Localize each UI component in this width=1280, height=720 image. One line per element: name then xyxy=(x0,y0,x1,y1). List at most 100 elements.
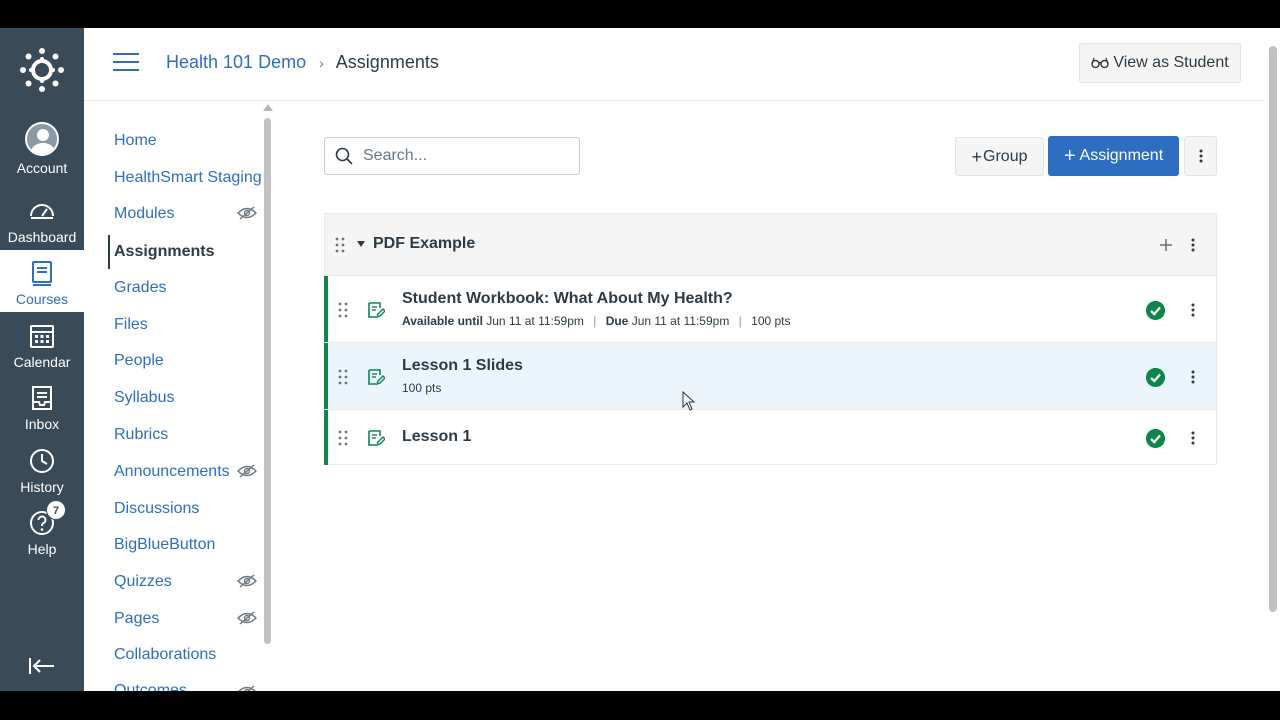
clock-icon xyxy=(30,449,54,473)
add-group-button[interactable]: + Group xyxy=(955,137,1044,176)
course-nav-announcements[interactable]: Announcements xyxy=(114,463,230,481)
assignment-group-header[interactable]: PDF Example xyxy=(325,214,1216,276)
course-nav-rubrics[interactable]: Rubrics xyxy=(114,426,168,444)
course-nav-modules[interactable]: Modules xyxy=(114,205,174,223)
drag-handle-icon[interactable] xyxy=(338,430,348,446)
search-icon xyxy=(335,147,353,165)
course-nav-people[interactable]: People xyxy=(114,352,164,370)
assignment-kebab-icon[interactable] xyxy=(1191,370,1195,384)
hidden-eye-icon xyxy=(237,611,257,625)
assignment-title-link[interactable]: Lesson 1 Slides xyxy=(402,357,523,375)
assignment-points: 100 pts xyxy=(751,314,791,328)
global-nav-inbox[interactable]: Inbox xyxy=(0,375,84,437)
meta-separator: | xyxy=(593,314,597,328)
meta-separator: | xyxy=(738,314,742,328)
breadcrumb-course-link[interactable]: Health 101 Demo xyxy=(166,52,306,72)
assignment-icon xyxy=(368,430,385,447)
kebab-icon xyxy=(1199,149,1202,163)
glasses-icon xyxy=(1091,57,1110,69)
assignment-title-link[interactable]: Lesson 1 xyxy=(402,428,471,446)
global-nav-history[interactable]: History xyxy=(0,438,84,500)
hidden-eye-icon xyxy=(237,574,257,588)
add-assignment-label: Assignment xyxy=(1079,147,1164,164)
assignment-group-title: PDF Example xyxy=(373,235,476,252)
search-input[interactable] xyxy=(363,147,563,165)
assignment-kebab-icon[interactable] xyxy=(1191,431,1195,445)
drag-handle-icon[interactable] xyxy=(335,237,345,253)
hidden-eye-icon xyxy=(237,464,257,478)
global-nav-label: Account xyxy=(16,160,68,176)
canvas-logo-icon[interactable] xyxy=(20,48,64,92)
availability-date: Jun 11 at 11:59pm xyxy=(486,314,584,328)
course-nav-quizzes[interactable]: Quizzes xyxy=(114,573,172,591)
header-divider xyxy=(84,100,1264,101)
assignment-kebab-icon[interactable] xyxy=(1191,303,1195,317)
courses-icon xyxy=(32,261,52,286)
global-nav-account[interactable]: Account xyxy=(0,116,84,182)
help-count-badge: 7 xyxy=(46,500,66,520)
view-as-student-button[interactable]: View as Student xyxy=(1079,43,1241,83)
collapse-nav-icon[interactable] xyxy=(28,656,56,676)
page-scrollbar[interactable] xyxy=(1266,28,1280,691)
assignment-title-link[interactable]: Student Workbook: What About My Health? xyxy=(402,290,733,308)
plus-icon: + xyxy=(971,146,983,167)
assignments-settings-menu[interactable] xyxy=(1184,136,1217,176)
group-kebab-icon[interactable] xyxy=(1191,238,1195,252)
add-assignment-button[interactable]: + Assignment xyxy=(1048,136,1179,176)
published-check-icon[interactable] xyxy=(1146,301,1165,320)
due-label: Due xyxy=(605,314,629,328)
course-nav-collaborations[interactable]: Collaborations xyxy=(114,646,216,664)
course-nav-discussions[interactable]: Discussions xyxy=(114,500,199,518)
course-nav-scrollbar[interactable] xyxy=(264,118,271,644)
assignment-group: PDF Example Student Workbook: What About… xyxy=(324,213,1217,465)
assignment-row[interactable]: Lesson 1 xyxy=(324,410,1216,465)
global-nav-label: Courses xyxy=(15,291,69,307)
page-scrollbar-thumb[interactable] xyxy=(1269,46,1277,612)
add-to-group-icon[interactable] xyxy=(1159,238,1173,252)
drag-handle-icon[interactable] xyxy=(338,302,348,318)
plus-icon: + xyxy=(1063,145,1076,167)
drag-handle-icon[interactable] xyxy=(338,369,348,385)
add-group-label: Group xyxy=(983,147,1028,165)
breadcrumb-current: Assignments xyxy=(335,52,439,72)
course-nav-outcomes[interactable]: Outcomes xyxy=(114,682,187,691)
breadcrumb-separator: › xyxy=(319,55,324,71)
view-as-student-label: View as Student xyxy=(1113,54,1229,71)
global-nav-courses[interactable]: Courses xyxy=(0,250,84,312)
assignment-row[interactable]: Student Workbook: What About My Health? … xyxy=(324,276,1216,343)
published-check-icon[interactable] xyxy=(1146,368,1165,387)
course-nav-scroll-up[interactable] xyxy=(263,104,273,111)
course-nav-bigbluebutton[interactable]: BigBlueButton xyxy=(114,536,215,554)
collapse-caret-icon[interactable] xyxy=(357,241,365,247)
published-indicator-bar xyxy=(324,276,328,342)
global-nav-label: Calendar xyxy=(13,354,71,370)
course-nav-active-indicator xyxy=(108,235,110,269)
assignment-meta: Available until Jun 11 at 11:59pm | Due … xyxy=(402,314,791,328)
global-nav-calendar[interactable]: Calendar xyxy=(0,313,84,375)
course-menu-toggle[interactable] xyxy=(113,53,139,73)
hidden-eye-icon xyxy=(238,685,256,691)
course-nav-assignments[interactable]: Assignments xyxy=(114,243,214,261)
mouse-cursor-icon xyxy=(682,391,696,411)
breadcrumb: Health 101 Demo › Assignments xyxy=(166,52,439,73)
global-nav: Account Dashboard Courses Calendar Inbox… xyxy=(0,28,84,691)
global-nav-dashboard[interactable]: Dashboard xyxy=(0,188,84,250)
global-nav-help[interactable]: 7 Help xyxy=(0,500,84,562)
global-nav-label: Help xyxy=(27,541,57,557)
course-nav-pages[interactable]: Pages xyxy=(114,610,159,628)
published-check-icon[interactable] xyxy=(1146,429,1165,448)
availability-label: Available until xyxy=(402,314,483,328)
course-nav-grades[interactable]: Grades xyxy=(114,279,166,297)
course-nav-files[interactable]: Files xyxy=(114,316,148,334)
user-avatar-icon xyxy=(25,122,59,156)
assignment-points: 100 pts xyxy=(402,381,442,395)
assignment-icon xyxy=(368,369,385,386)
assignment-row[interactable]: Lesson 1 Slides 100 pts xyxy=(324,343,1216,410)
course-nav-home[interactable]: Home xyxy=(114,132,157,150)
dashboard-icon xyxy=(30,204,54,219)
course-nav-syllabus[interactable]: Syllabus xyxy=(114,389,174,407)
course-nav-healthsmart-staging[interactable]: HealthSmart Staging xyxy=(114,169,262,187)
global-nav-label: History xyxy=(20,479,64,495)
search-box[interactable] xyxy=(324,137,580,175)
inbox-icon xyxy=(32,386,52,410)
